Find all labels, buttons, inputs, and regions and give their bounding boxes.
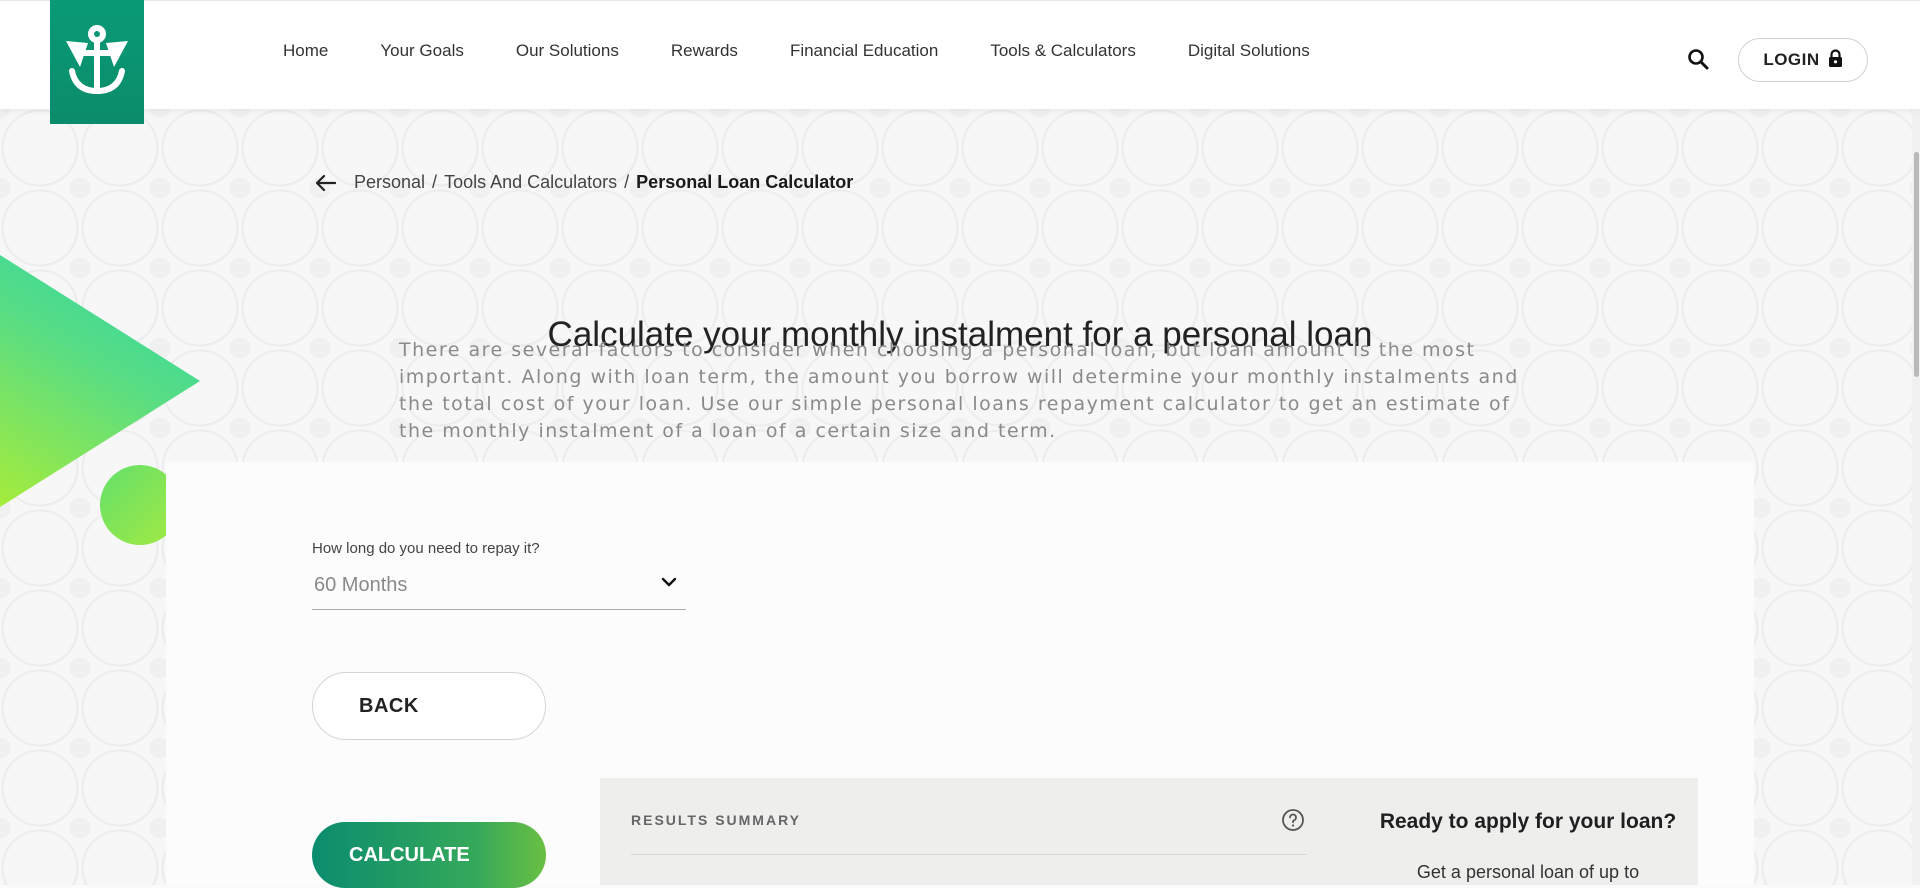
- apply-text: Get a personal loan of up to: [1416, 862, 1640, 882]
- breadcrumb-separator: /: [624, 172, 630, 192]
- arrow-left-icon[interactable]: [314, 174, 336, 192]
- main-nav: Home Your Goals Our Solutions Rewards Fi…: [283, 41, 1362, 61]
- login-label: LOGIN: [1763, 50, 1820, 69]
- nav-item-our-solutions[interactable]: Our Solutions: [516, 41, 619, 61]
- page-scrollbar-thumb[interactable]: [1914, 152, 1919, 377]
- nav-item-your-goals[interactable]: Your Goals: [380, 41, 463, 61]
- breadcrumb-personal[interactable]: Personal: [354, 172, 425, 193]
- decorative-circle: [100, 465, 166, 545]
- nav-item-home[interactable]: Home: [283, 41, 328, 61]
- breadcrumb-separator: /: [432, 172, 438, 192]
- back-button[interactable]: BACK: [312, 672, 546, 740]
- breadcrumb: Personal / Tools And Calculators / Perso…: [314, 172, 853, 193]
- nav-item-tools-calculators[interactable]: Tools & Calculators: [990, 41, 1136, 61]
- chevron-down-icon: [660, 575, 678, 593]
- repay-term-value: 60 Months: [314, 574, 408, 596]
- lock-icon: [1828, 48, 1843, 72]
- results-divider: [631, 854, 1307, 855]
- nav-item-financial-education[interactable]: Financial Education: [790, 41, 938, 61]
- results-panel: RESULTS SUMMARY Ready to apply for your …: [600, 778, 1698, 885]
- nav-item-rewards[interactable]: Rewards: [671, 41, 738, 61]
- calculate-button[interactable]: CALCULATE: [312, 822, 546, 888]
- page-description: There are several factors to consider wh…: [399, 339, 1519, 442]
- results-summary-label: RESULTS SUMMARY: [631, 812, 801, 828]
- breadcrumb-current: Personal Loan Calculator: [636, 172, 854, 192]
- search-icon[interactable]: [1686, 47, 1710, 76]
- repay-term-label: How long do you need to repay it?: [312, 540, 540, 557]
- repay-term-select[interactable]: 60 Months: [312, 563, 686, 610]
- site-header: Home Your Goals Our Solutions Rewards Fi…: [0, 0, 1920, 109]
- breadcrumb-tools-and-calculators[interactable]: Tools And Calculators: [444, 172, 617, 193]
- apply-title: Ready to apply for your loan?: [1379, 810, 1677, 833]
- question-circle-icon[interactable]: [1281, 808, 1305, 837]
- login-button[interactable]: LOGIN: [1738, 38, 1868, 82]
- nav-item-digital-solutions[interactable]: Digital Solutions: [1188, 41, 1310, 61]
- anchor-shield-logo-icon: [66, 25, 128, 95]
- brand-logo[interactable]: [50, 0, 144, 124]
